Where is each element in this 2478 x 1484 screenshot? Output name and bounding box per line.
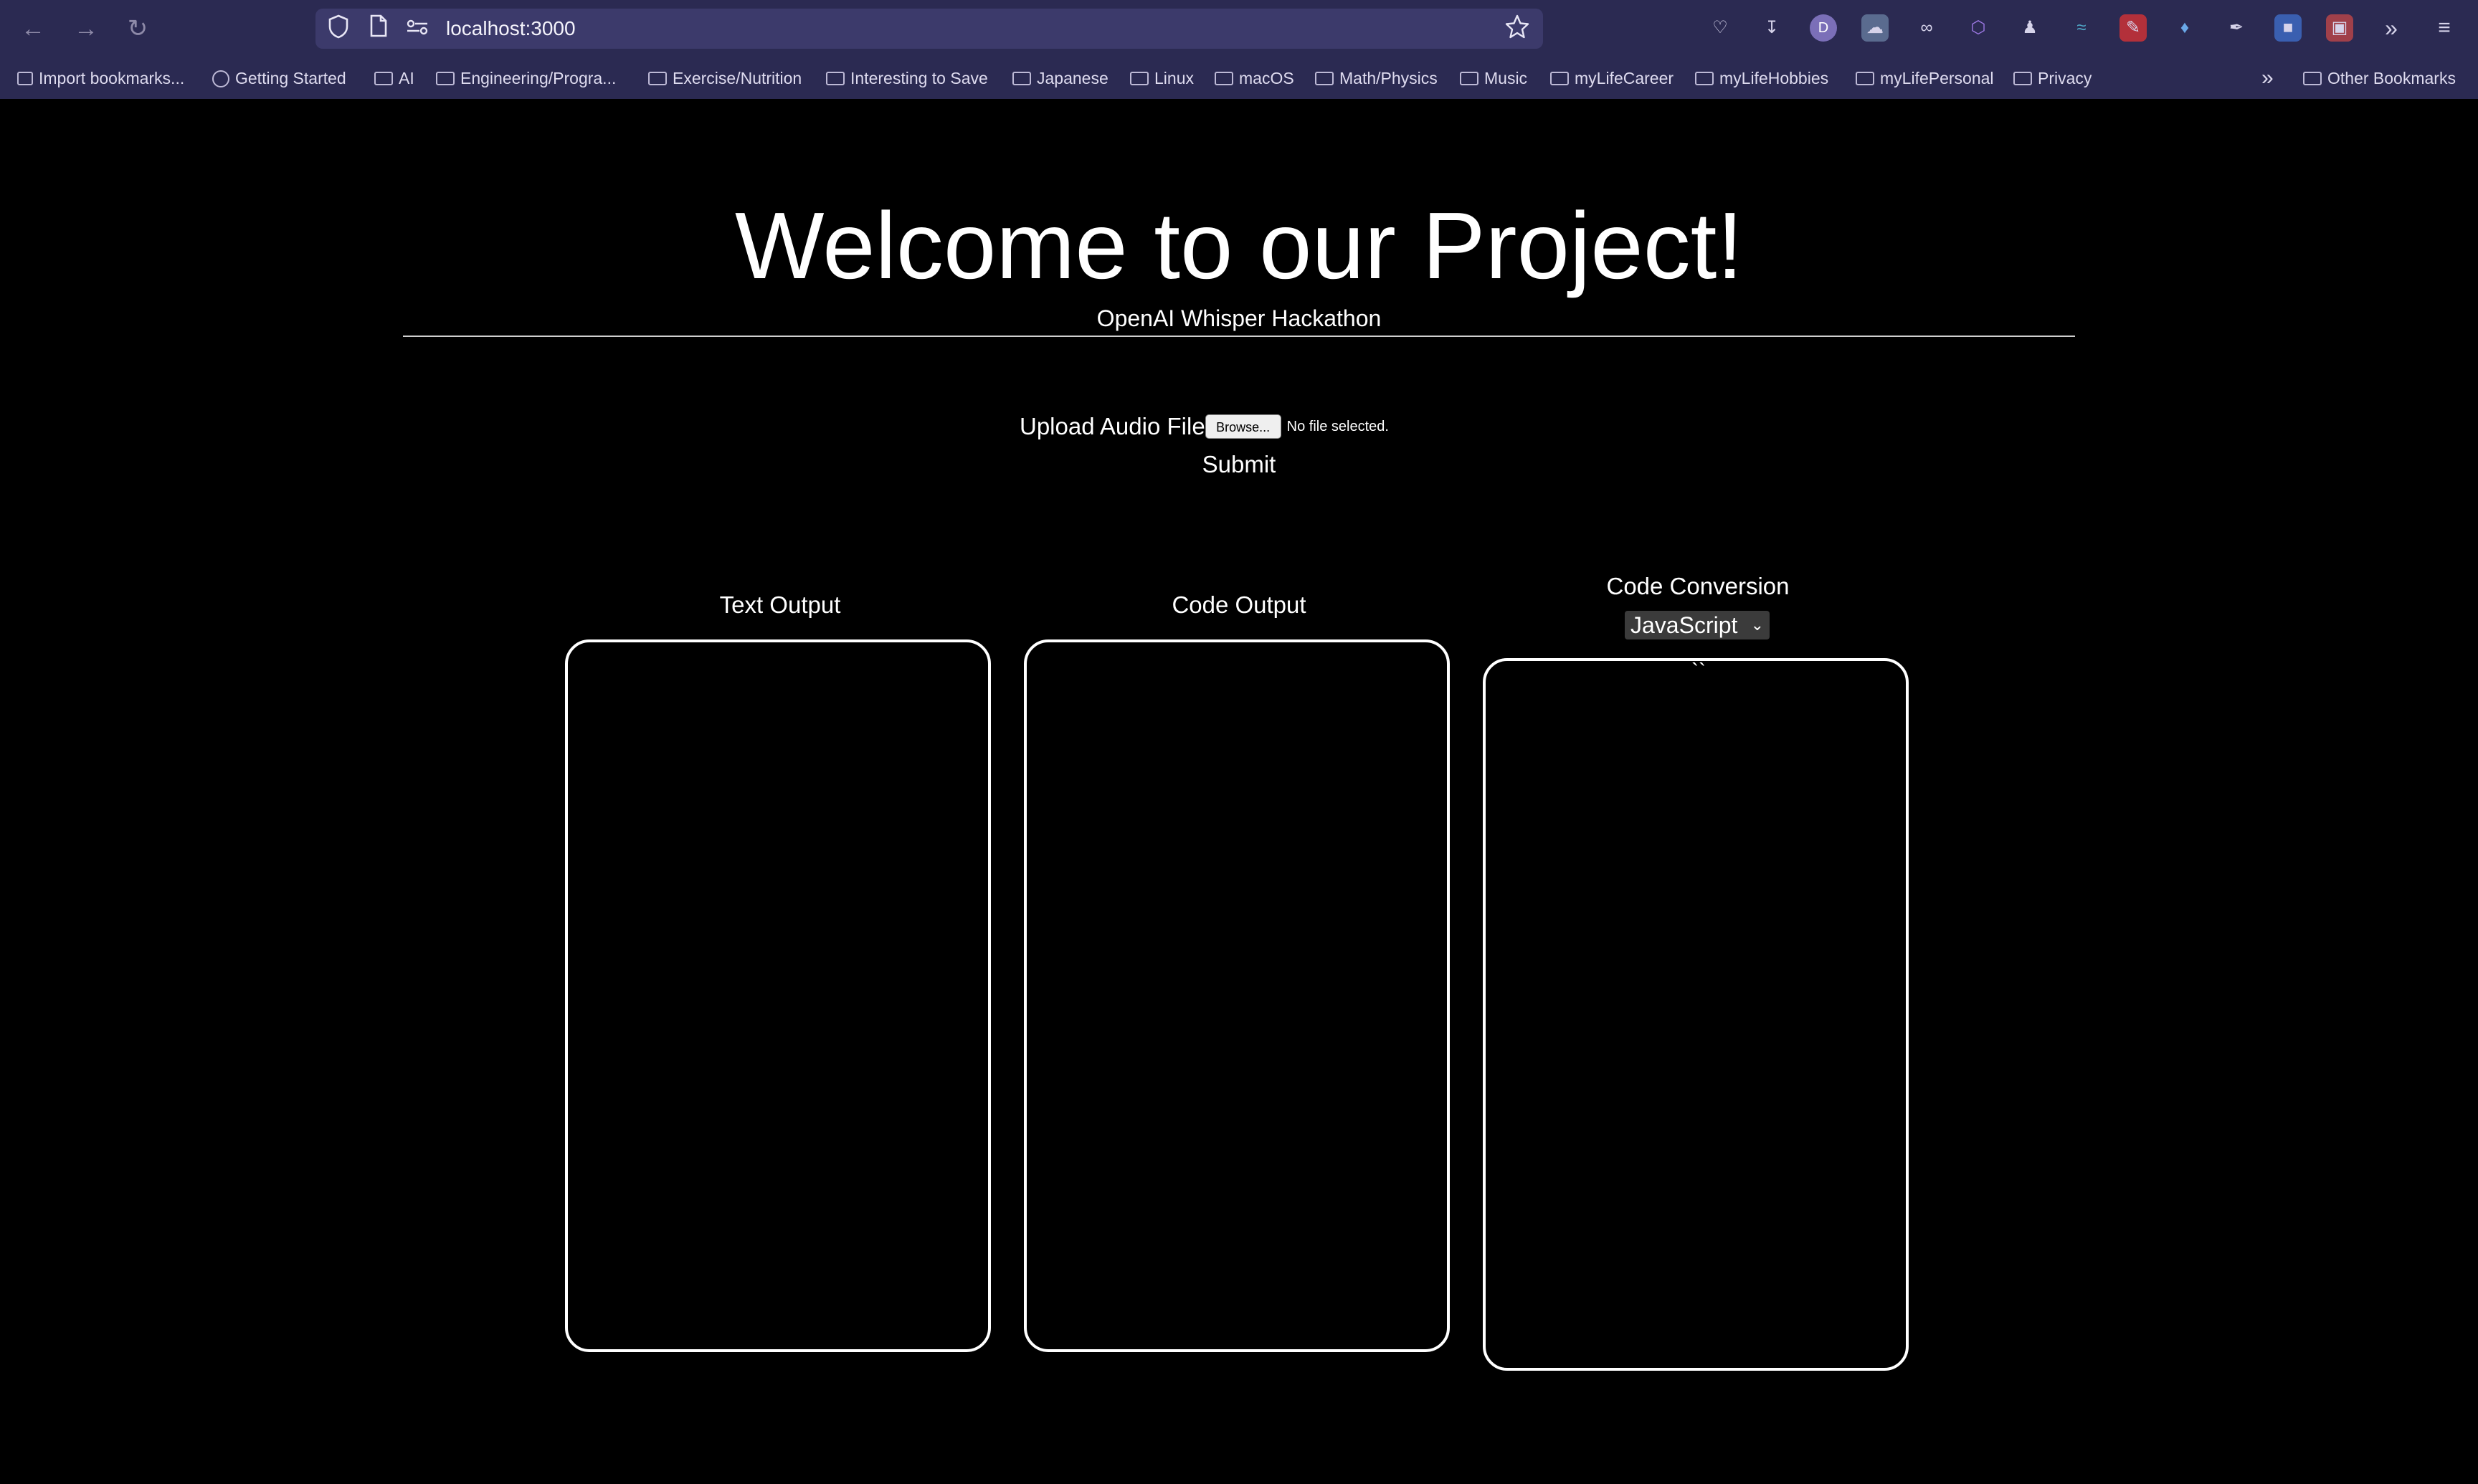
folder-icon (1215, 72, 1233, 85)
url-bar[interactable]: localhost:3000 (315, 9, 1543, 49)
folder-icon (648, 72, 667, 85)
folder-icon (826, 72, 845, 85)
folder-icon (1315, 72, 1334, 85)
bookmark-folder-exercise[interactable]: Exercise/Nutrition (648, 66, 802, 90)
bookmark-label: myLifeHobbies (1719, 69, 1829, 87)
extension-wave-icon[interactable]: ≈ (2068, 14, 2095, 42)
bookmark-label: Music (1484, 69, 1528, 87)
text-output-label: Text Output (719, 591, 841, 618)
bookmark-label: Interesting to Save (850, 69, 988, 87)
back-arrow-icon[interactable]: ← (17, 14, 49, 43)
browser-chrome: ← → ↻ localhost:3000 ♡ ↧ D ☁ ∞ ⬡ ♟ ≈ ✎ ♦ (0, 0, 2478, 99)
language-select[interactable]: JavaScript ⌄ (1625, 611, 1770, 639)
bookmark-label: Other Bookmarks (2327, 69, 2456, 87)
bookmark-getting-started[interactable]: Getting Started (212, 66, 346, 90)
bookmark-label: Exercise/Nutrition (673, 69, 802, 87)
browser-toolbar: ← → ↻ localhost:3000 ♡ ↧ D ☁ ∞ ⬡ ♟ ≈ ✎ ♦ (0, 0, 2478, 57)
shield-icon[interactable] (324, 14, 353, 43)
bookmark-label: Linux (1154, 69, 1194, 87)
folder-icon (374, 72, 393, 85)
bookmark-folder-engineering[interactable]: Engineering/Progra... (436, 66, 616, 90)
permissions-icon[interactable] (403, 14, 432, 43)
bookmark-label: Japanese (1037, 69, 1109, 87)
bookmark-label: myLifeCareer (1575, 69, 1674, 87)
bookmark-folder-hobbies[interactable]: myLifeHobbies (1695, 66, 1828, 90)
bookmark-label: Engineering/Progra... (460, 69, 617, 87)
bookmark-label: myLifePersonal (1880, 69, 1994, 87)
bookmark-folder-privacy[interactable]: Privacy (2013, 66, 2092, 90)
bookmarks-bar: Import bookmarks... Getting Started AI E… (0, 60, 2478, 96)
bookmark-folder-career[interactable]: myLifeCareer (1550, 66, 1674, 90)
bookmark-other-bookmarks[interactable]: Other Bookmarks (2303, 66, 2456, 90)
extension-cloud-icon[interactable]: ☁ (1861, 14, 1889, 42)
bookmark-label: macOS (1239, 69, 1294, 87)
folder-icon (1550, 72, 1569, 85)
url-text[interactable]: localhost:3000 (446, 16, 576, 42)
bookmark-folder-japanese[interactable]: Japanese (1012, 66, 1109, 90)
language-select-value: JavaScript (1630, 612, 1738, 638)
bookmark-import[interactable]: Import bookmarks... (17, 66, 184, 90)
bookmark-folder-ai[interactable]: AI (374, 66, 414, 90)
bookmark-folder-interesting[interactable]: Interesting to Save (826, 66, 988, 90)
text-output-panel[interactable] (565, 639, 991, 1352)
page-content: Welcome to our Project! OpenAI Whisper H… (0, 99, 2478, 1484)
folder-icon (2013, 72, 2032, 85)
pocket-icon[interactable]: ♡ (1706, 14, 1734, 42)
bookmark-label: AI (399, 69, 414, 87)
folder-icon (1695, 72, 1714, 85)
submit-label: Submit (1202, 451, 1276, 477)
bookmark-label: Math/Physics (1339, 69, 1438, 87)
extension-shield-icon[interactable]: ■ (2274, 14, 2302, 42)
page-icon (364, 14, 393, 43)
header-divider (403, 336, 2075, 337)
folder-icon (1460, 72, 1478, 85)
bookmark-folder-music[interactable]: Music (1460, 66, 1527, 90)
extension-hex-icon[interactable]: ⬡ (1965, 14, 1992, 42)
folder-icon (2303, 72, 2322, 85)
code-conversion-content: `` (1691, 660, 1706, 683)
extension-glasses-icon[interactable]: ∞ (1913, 14, 1940, 42)
bookmark-folder-personal[interactable]: myLifePersonal (1856, 66, 1994, 90)
code-conversion-panel[interactable] (1483, 658, 1909, 1371)
chevron-down-icon: ⌄ (1750, 616, 1764, 634)
file-status: No file selected. (1286, 418, 1389, 434)
upload-form: Upload Audio File Browse... No file select… (1020, 409, 1389, 444)
bookmarks-overflow-icon[interactable]: » (2261, 66, 2274, 90)
extension-pen-icon[interactable]: ✒ (2223, 14, 2250, 42)
bookmark-folder-macos[interactable]: macOS (1215, 66, 1294, 90)
bookmark-label: Import bookmarks... (39, 69, 185, 87)
page-subtitle: OpenAI Whisper Hackathon (1096, 305, 1382, 331)
folder-icon (1856, 72, 1874, 85)
profile-d-icon[interactable]: D (1810, 14, 1837, 42)
reload-icon[interactable]: ↻ (122, 14, 153, 43)
folder-icon (436, 72, 455, 85)
extension-image-icon[interactable]: ▣ (2326, 14, 2353, 42)
folder-icon (1130, 72, 1149, 85)
bookmark-label: Getting Started (235, 69, 346, 87)
bookmark-label: Privacy (2038, 69, 2092, 87)
browse-button[interactable]: Browse... (1205, 414, 1281, 439)
overflow-chevron-icon[interactable]: » (2378, 14, 2405, 42)
page-title: Welcome to our Project! (734, 193, 1744, 298)
forward-arrow-icon[interactable]: → (70, 14, 102, 43)
extension-red-icon[interactable]: ✎ (2119, 14, 2147, 42)
extension-puzzle-icon[interactable]: ♟ (2016, 14, 2043, 42)
extension-gem-icon[interactable]: ♦ (2171, 14, 2198, 42)
bookmark-folder-linux[interactable]: Linux (1130, 66, 1194, 90)
code-conversion-label: Code Conversion (1606, 573, 1790, 599)
upload-audio-label: Upload Audio File (1020, 413, 1205, 439)
code-output-panel[interactable] (1024, 639, 1450, 1352)
import-icon (17, 72, 33, 85)
globe-icon (212, 70, 229, 87)
download-icon[interactable]: ↧ (1758, 14, 1785, 42)
bookmark-folder-math[interactable]: Math/Physics (1315, 66, 1438, 90)
code-output-label: Code Output (1172, 591, 1306, 618)
star-bookmark-icon[interactable] (1503, 14, 1532, 43)
submit-button[interactable]: Submit (0, 449, 2478, 480)
menu-icon[interactable]: ≡ (2431, 14, 2458, 42)
folder-icon (1012, 72, 1031, 85)
